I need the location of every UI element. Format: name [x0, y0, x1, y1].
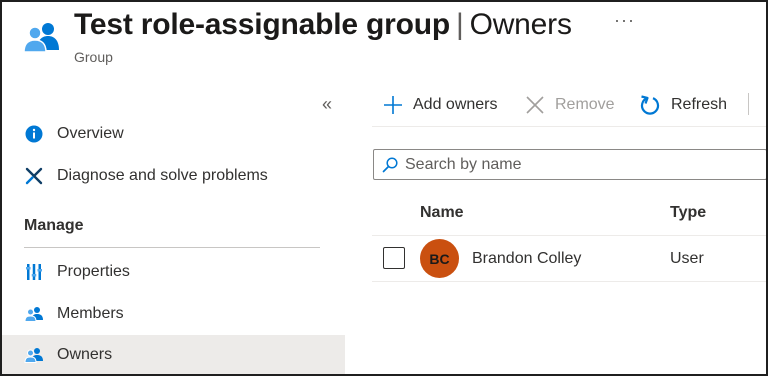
wrench-icon	[24, 166, 44, 186]
sidebar-item-owners[interactable]: Owners	[2, 335, 345, 374]
sidebar-item-label: Diagnose and solve problems	[57, 167, 268, 184]
owner-name[interactable]: Brandon Colley	[472, 250, 581, 268]
column-header-name[interactable]: Name	[420, 204, 464, 222]
add-owners-label: Add owners	[413, 96, 498, 113]
table-row[interactable]: BC Brandon Colley User	[372, 236, 766, 282]
add-owners-button[interactable]: Add owners	[383, 90, 498, 120]
plus-icon	[383, 95, 403, 115]
sidebar-item-label: Overview	[57, 125, 124, 142]
row-checkbox[interactable]	[383, 247, 405, 269]
owners-blade: Test role-assignable group | Owners ··· Gr…	[0, 0, 768, 376]
column-header-type[interactable]: Type	[670, 204, 706, 222]
section-divider	[24, 247, 320, 248]
members-icon	[24, 304, 44, 324]
close-icon	[525, 95, 545, 115]
sidebar-item-label: Owners	[57, 346, 113, 363]
toolbar-divider	[748, 93, 749, 115]
title-separator: |	[455, 8, 464, 41]
sidebar-item-diagnose[interactable]: Diagnose and solve problems	[2, 156, 345, 196]
section-header-manage: Manage	[24, 217, 84, 234]
search-input[interactable]	[405, 155, 745, 174]
page-subtitle: Group	[74, 49, 113, 65]
sidebar-item-label: Members	[57, 305, 124, 322]
refresh-label: Refresh	[671, 96, 728, 113]
owner-type: User	[670, 250, 704, 267]
sidebar-item-properties[interactable]: Properties	[2, 252, 345, 292]
sidebar-item-members[interactable]: Members	[2, 294, 345, 334]
more-options-button[interactable]: ···	[614, 10, 635, 31]
sidebar-item-label: Properties	[57, 263, 130, 280]
refresh-button[interactable]: Refresh	[639, 90, 727, 120]
page-title: Test role-assignable group | Owners	[74, 8, 572, 42]
toolbar-bottom-border	[372, 126, 766, 127]
search-box[interactable]	[373, 149, 766, 180]
remove-label: Remove	[555, 96, 615, 113]
group-icon	[22, 20, 62, 54]
remove-button[interactable]: Remove	[525, 90, 615, 120]
info-icon	[24, 124, 44, 144]
group-name: Test role-assignable group	[74, 8, 450, 41]
sidebar-item-overview[interactable]: Overview	[2, 114, 345, 154]
owners-icon	[24, 345, 44, 365]
search-icon	[382, 156, 398, 173]
refresh-icon	[639, 94, 661, 116]
collapse-sidebar-button[interactable]: «	[322, 94, 332, 115]
avatar: BC	[420, 239, 459, 278]
properties-icon	[24, 262, 44, 282]
section-name: Owners	[469, 8, 572, 41]
